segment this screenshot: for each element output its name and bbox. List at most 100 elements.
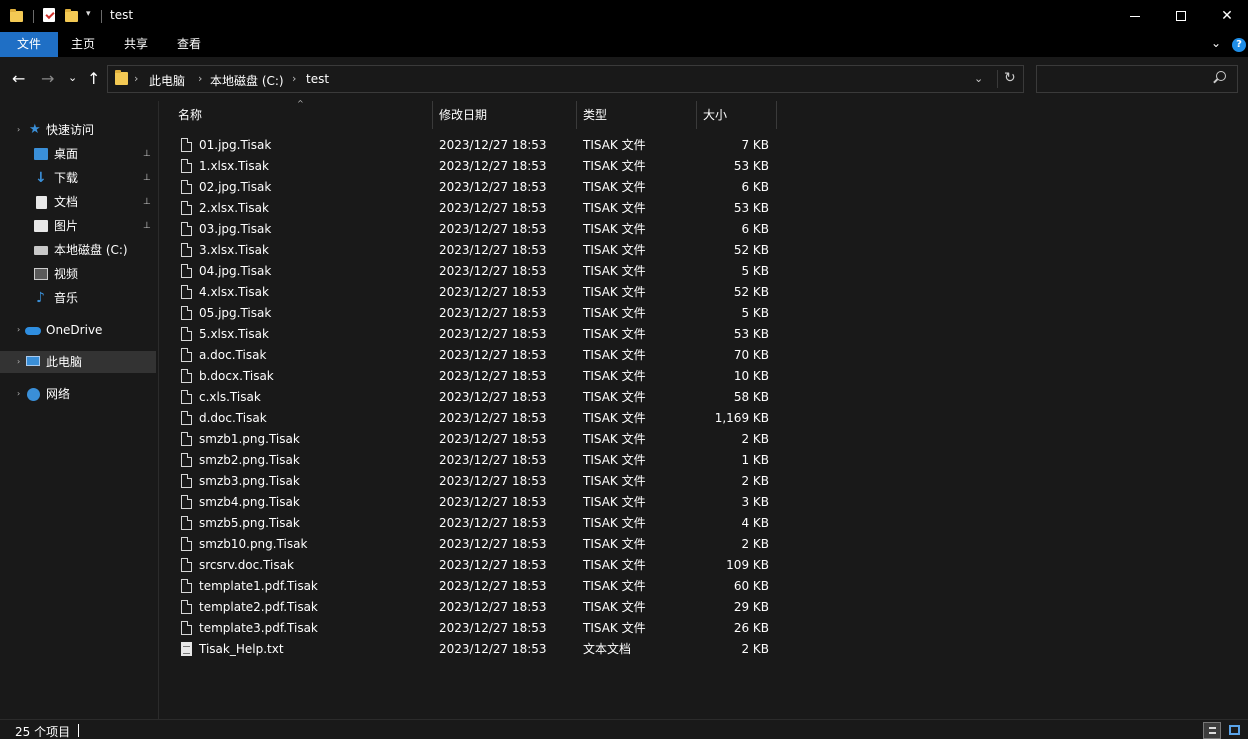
table-row[interactable]: template3.pdf.Tisak 2023/12/27 18:53 TISAK…: [174, 618, 774, 639]
table-row[interactable]: smzb1.png.Tisak 2023/12/27 18:53 TISAK 文件 2…: [174, 429, 774, 450]
file-date: 2023/12/27 18:53: [439, 285, 547, 299]
address-bar[interactable]: › 此电脑 › 本地磁盘 (C:) › test ⌄ ↻: [107, 65, 1024, 93]
sidebar-item-onedrive[interactable]: › OneDrive: [0, 319, 158, 341]
table-row[interactable]: template2.pdf.Tisak 2023/12/27 18:53 TISAK…: [174, 597, 774, 618]
help-icon[interactable]: ?: [1232, 38, 1246, 52]
sidebar-item-network[interactable]: › 网络: [0, 383, 158, 405]
chevron-right-icon[interactable]: ›: [17, 351, 20, 373]
table-row[interactable]: b.docx.Tisak 2023/12/27 18:53 TISAK 文件 10 K…: [174, 366, 774, 387]
breadcrumb-this-pc[interactable]: 此电脑: [149, 72, 185, 89]
table-row[interactable]: 3.xlsx.Tisak 2023/12/27 18:53 TISAK 文件 52 K…: [174, 240, 774, 261]
file-icon: [181, 369, 192, 383]
table-row[interactable]: template1.pdf.Tisak 2023/12/27 18:53 TISAK…: [174, 576, 774, 597]
table-row[interactable]: 1.xlsx.Tisak 2023/12/27 18:53 TISAK 文件 53 K…: [174, 156, 774, 177]
file-size: 2 KB: [741, 432, 769, 446]
sidebar-item-videos[interactable]: 视频: [0, 263, 158, 285]
table-row[interactable]: 04.jpg.Tisak 2023/12/27 18:53 TISAK 文件 5 KB: [174, 261, 774, 282]
table-row[interactable]: 05.jpg.Tisak 2023/12/27 18:53 TISAK 文件 5 KB: [174, 303, 774, 324]
tab-share[interactable]: 共享: [110, 32, 162, 57]
file-type: TISAK 文件: [583, 453, 646, 467]
navigation-bar: ← → ⌄ ↑ › 此电脑 › 本地磁盘 (C:) › test ⌄ ↻: [0, 57, 1248, 101]
large-icons-view-button[interactable]: [1226, 722, 1244, 739]
file-date: 2023/12/27 18:53: [439, 537, 547, 551]
properties-icon[interactable]: [43, 8, 55, 24]
table-row[interactable]: smzb4.png.Tisak 2023/12/27 18:53 TISAK 文件 3…: [174, 492, 774, 513]
table-row[interactable]: 03.jpg.Tisak 2023/12/27 18:53 TISAK 文件 6 KB: [174, 219, 774, 240]
chevron-right-icon[interactable]: ›: [17, 119, 20, 141]
window-title: test: [110, 8, 134, 22]
table-row[interactable]: d.doc.Tisak 2023/12/27 18:53 TISAK 文件 1,169…: [174, 408, 774, 429]
pin-icon: ⊥: [143, 173, 151, 183]
sidebar-item-local-disk[interactable]: 本地磁盘 (C:): [0, 239, 158, 261]
text-file-icon: [181, 642, 192, 656]
address-dropdown-icon[interactable]: ⌄: [974, 72, 983, 85]
file-size: 58 KB: [733, 390, 769, 404]
sidebar-item-desktop[interactable]: 桌面 ⊥: [0, 143, 158, 165]
table-row[interactable]: 2.xlsx.Tisak 2023/12/27 18:53 TISAK 文件 53 K…: [174, 198, 774, 219]
search-input[interactable]: [1036, 65, 1238, 93]
breadcrumb-local-disk[interactable]: 本地磁盘 (C:): [210, 72, 284, 89]
back-button[interactable]: ←: [12, 69, 25, 88]
file-name: a.doc.Tisak: [199, 348, 267, 362]
close-button[interactable]: ✕: [1204, 0, 1248, 32]
minimize-button[interactable]: [1112, 0, 1158, 32]
table-row[interactable]: a.doc.Tisak 2023/12/27 18:53 TISAK 文件 70 KB: [174, 345, 774, 366]
maximize-button[interactable]: [1158, 0, 1204, 32]
forward-button[interactable]: →: [41, 69, 54, 88]
sidebar-item-quick-access[interactable]: › ★ 快速访问: [0, 119, 158, 141]
table-row[interactable]: 4.xlsx.Tisak 2023/12/27 18:53 TISAK 文件 52 K…: [174, 282, 774, 303]
table-row[interactable]: Tisak_Help.txt 2023/12/27 18:53 文本文档 2 KB: [174, 639, 774, 660]
crumb-separator-icon: ›: [134, 72, 139, 85]
table-row[interactable]: 02.jpg.Tisak 2023/12/27 18:53 TISAK 文件 6 KB: [174, 177, 774, 198]
column-header-name[interactable]: 名称: [172, 101, 433, 129]
tab-file[interactable]: 文件: [0, 32, 58, 57]
file-name: 5.xlsx.Tisak: [199, 327, 269, 341]
tab-view[interactable]: 查看: [163, 32, 215, 57]
sidebar-item-documents[interactable]: 文档 ⊥: [0, 191, 158, 213]
file-type: TISAK 文件: [583, 621, 646, 635]
sidebar-item-label: 本地磁盘 (C:): [54, 243, 128, 257]
table-row[interactable]: 5.xlsx.Tisak 2023/12/27 18:53 TISAK 文件 53 K…: [174, 324, 774, 345]
table-row[interactable]: smzb10.png.Tisak 2023/12/27 18:53 TISAK 文件…: [174, 534, 774, 555]
table-row[interactable]: 01.jpg.Tisak 2023/12/27 18:53 TISAK 文件 7 KB: [174, 135, 774, 156]
sidebar-item-downloads[interactable]: ↓ 下载 ⊥: [0, 167, 158, 189]
network-icon: [27, 388, 40, 401]
table-row[interactable]: srcsrv.doc.Tisak 2023/12/27 18:53 TISAK 文件…: [174, 555, 774, 576]
sidebar-item-this-pc[interactable]: › 此电脑: [0, 351, 156, 373]
file-size: 53 KB: [733, 159, 769, 173]
table-row[interactable]: smzb5.png.Tisak 2023/12/27 18:53 TISAK 文件 4…: [174, 513, 774, 534]
column-header-size[interactable]: 大小: [697, 101, 777, 129]
file-icon: [181, 159, 192, 173]
refresh-icon[interactable]: ↻: [1004, 70, 1016, 86]
file-type: TISAK 文件: [583, 201, 646, 215]
file-date: 2023/12/27 18:53: [439, 474, 547, 488]
close-icon: ✕: [1221, 8, 1233, 24]
file-date: 2023/12/27 18:53: [439, 201, 547, 215]
pictures-icon: [34, 220, 48, 232]
table-row[interactable]: smzb3.png.Tisak 2023/12/27 18:53 TISAK 文件 2…: [174, 471, 774, 492]
sidebar-item-music[interactable]: ♪ 音乐: [0, 287, 158, 309]
details-view-button[interactable]: [1203, 722, 1221, 739]
new-folder-icon[interactable]: [65, 8, 78, 24]
recent-locations-dropdown-icon[interactable]: ⌄: [68, 71, 77, 84]
customize-quick-access-dropdown-icon[interactable]: ▾: [86, 9, 91, 19]
file-size: 1,169 KB: [714, 411, 769, 425]
expand-ribbon-icon[interactable]: ⌄: [1211, 36, 1221, 50]
file-name: Tisak_Help.txt: [199, 642, 284, 656]
column-header-date[interactable]: 修改日期: [433, 101, 577, 129]
table-row[interactable]: smzb2.png.Tisak 2023/12/27 18:53 TISAK 文件 1…: [174, 450, 774, 471]
file-name: 03.jpg.Tisak: [199, 222, 272, 236]
search-icon[interactable]: [1216, 71, 1226, 81]
chevron-right-icon[interactable]: ›: [17, 319, 20, 341]
column-header-type[interactable]: 类型: [577, 101, 697, 129]
breadcrumb-test[interactable]: test: [306, 72, 329, 86]
table-row[interactable]: c.xls.Tisak 2023/12/27 18:53 TISAK 文件 58 KB: [174, 387, 774, 408]
sidebar-item-label: OneDrive: [46, 323, 103, 337]
sidebar-item-label: 图片: [54, 219, 79, 233]
chevron-right-icon[interactable]: ›: [17, 383, 20, 405]
file-icon: [181, 411, 192, 425]
file-icon: [181, 474, 192, 488]
tab-home[interactable]: 主页: [57, 32, 109, 57]
sidebar-item-pictures[interactable]: 图片 ⊥: [0, 215, 158, 237]
up-button[interactable]: ↑: [87, 69, 100, 88]
